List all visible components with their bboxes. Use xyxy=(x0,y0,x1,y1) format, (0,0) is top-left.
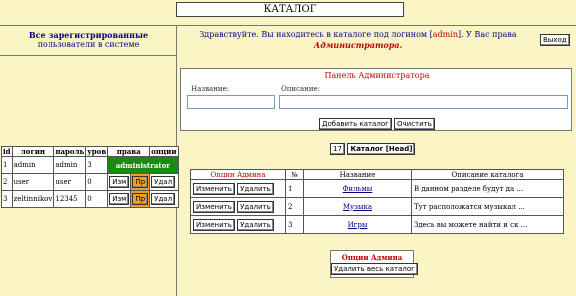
col-id: id xyxy=(1,146,13,157)
delete-user-button[interactable]: Удал xyxy=(151,176,176,188)
users-heading-line1: Все зарегистрированные xyxy=(28,30,149,40)
col-number: № xyxy=(285,169,304,180)
rights-cell: Пр xyxy=(130,190,151,208)
col-rights: права xyxy=(107,146,151,157)
desc-input[interactable] xyxy=(279,95,568,109)
delete-catalog-button[interactable]: Удалить xyxy=(237,218,274,231)
catalog-table: Опции Админа № Название Описание каталог… xyxy=(190,169,564,234)
page-title: КАТАЛОГ xyxy=(176,2,404,17)
user-password: user xyxy=(53,173,87,191)
rights-user-button[interactable]: Пр xyxy=(132,176,149,188)
edit-cell: Изм xyxy=(107,190,132,208)
col-admin-options: Опции Админа xyxy=(190,169,286,180)
greeting-post: ]. У Вас права xyxy=(457,30,517,39)
catalog-name-link[interactable]: Игры xyxy=(348,221,368,229)
row-options: Изменить Удалить xyxy=(190,215,286,234)
users-heading-line2: пользователи в системе xyxy=(37,40,140,49)
catalog-name-link[interactable]: Фильмы xyxy=(343,185,373,193)
add-catalog-button[interactable]: Добавить каталог xyxy=(319,118,392,130)
delete-catalog-button[interactable]: Удалить xyxy=(237,200,274,213)
rights-user-button[interactable]: Пр xyxy=(132,193,149,205)
table-row: 1 admin admin 3 administrator xyxy=(1,156,179,174)
edit-catalog-button[interactable]: Изменить xyxy=(193,182,235,195)
table-row: Изменить Удалить 3 Игры Здесь вы можете … xyxy=(190,215,564,234)
delete-cell: Удал xyxy=(149,173,179,191)
delete-all-button[interactable]: Удалить весь каталог xyxy=(331,263,418,275)
user-id: 2 xyxy=(1,173,13,191)
user-password: admin xyxy=(53,156,87,174)
delete-catalog-button[interactable]: Удалить xyxy=(237,182,274,195)
catalog-number: 3 xyxy=(285,215,304,234)
options-title: Опции Админа xyxy=(341,253,403,262)
exit-button[interactable]: Выход xyxy=(540,34,570,46)
catalog-count: 17 xyxy=(330,143,345,155)
clear-button[interactable]: Очистить xyxy=(394,118,435,130)
user-login: user xyxy=(11,173,55,191)
edit-cell: Изм xyxy=(107,173,132,191)
catalog-header-row: Опции Админа № Название Описание каталог… xyxy=(190,169,564,180)
users-heading: Все зарегистрированные пользователи в си… xyxy=(2,30,175,50)
greeting: Здравствуйте. Вы находитесь в каталоге п… xyxy=(182,29,534,51)
desc-label: Описание: xyxy=(281,85,320,93)
users-table: id логин пароль уров права опции 1 admin… xyxy=(1,146,179,208)
catalog-bar: 17 Каталог [Head] xyxy=(330,143,416,155)
edit-catalog-button[interactable]: Изменить xyxy=(193,218,235,231)
admin-panel: Панель Администратора Название: Описание… xyxy=(180,68,572,131)
col-login: логин xyxy=(11,146,55,157)
users-divider xyxy=(0,55,177,56)
catalog-description: Тут расположатся музыкал ... xyxy=(411,197,564,216)
users-header-row: id логин пароль уров права опции xyxy=(1,146,179,157)
table-row: 2 user user 0 Изм Пр Удал xyxy=(1,173,179,191)
col-description: Описание каталога xyxy=(411,169,564,180)
greeting-login: admin xyxy=(432,30,458,39)
delete-cell: Удал xyxy=(149,190,179,208)
edit-user-button[interactable]: Изм xyxy=(109,176,130,188)
user-id: 1 xyxy=(1,156,13,174)
catalog-name-link[interactable]: Музыка xyxy=(343,203,372,211)
user-level: 3 xyxy=(85,156,109,174)
edit-catalog-button[interactable]: Изменить xyxy=(193,200,235,213)
admin-panel-title: Панель Администратора xyxy=(324,71,430,80)
user-login: zeltinnikov xyxy=(11,190,55,208)
user-password: 12345 xyxy=(53,190,87,208)
admin-badge: administrator xyxy=(107,156,179,174)
row-options: Изменить Удалить xyxy=(190,179,286,198)
table-row: Изменить Удалить 2 Музыка Тут расположат… xyxy=(190,197,564,216)
greeting-pre: Здравствуйте. Вы находитесь в каталоге п… xyxy=(199,30,433,39)
col-options: опции xyxy=(149,146,179,157)
row-options: Изменить Удалить xyxy=(190,197,286,216)
catalog-name-cell: Игры xyxy=(303,215,412,234)
user-login: admin xyxy=(11,156,55,174)
name-input[interactable] xyxy=(187,95,275,109)
table-row: 3 zeltinnikov 12345 0 Изм Пр Удал xyxy=(1,190,179,208)
table-row: Изменить Удалить 1 Фильмы В данном разде… xyxy=(190,179,564,198)
greeting-rights: Администратора. xyxy=(313,40,403,50)
catalog-head-link[interactable]: Каталог [Head] xyxy=(347,143,416,155)
delete-user-button[interactable]: Удал xyxy=(151,193,176,205)
catalog-name-cell: Музыка xyxy=(303,197,412,216)
catalog-description: Здесь вы можете найти и ск ... xyxy=(411,215,564,234)
catalog-description: В данном разделе будут да ... xyxy=(411,179,564,198)
options-box: Опции Админа Удалить весь каталог xyxy=(330,250,418,278)
catalog-number: 1 xyxy=(285,179,304,198)
rights-cell: Пр xyxy=(130,173,151,191)
user-id: 3 xyxy=(1,190,13,208)
user-level: 0 xyxy=(85,173,109,191)
catalog-number: 2 xyxy=(285,197,304,216)
name-label: Название: xyxy=(191,85,230,93)
edit-user-button[interactable]: Изм xyxy=(109,193,130,205)
col-name: Название xyxy=(303,169,412,180)
col-password: пароль xyxy=(53,146,87,157)
user-level: 0 xyxy=(85,190,109,208)
col-level: уров xyxy=(85,146,109,157)
catalog-name-cell: Фильмы xyxy=(303,179,412,198)
